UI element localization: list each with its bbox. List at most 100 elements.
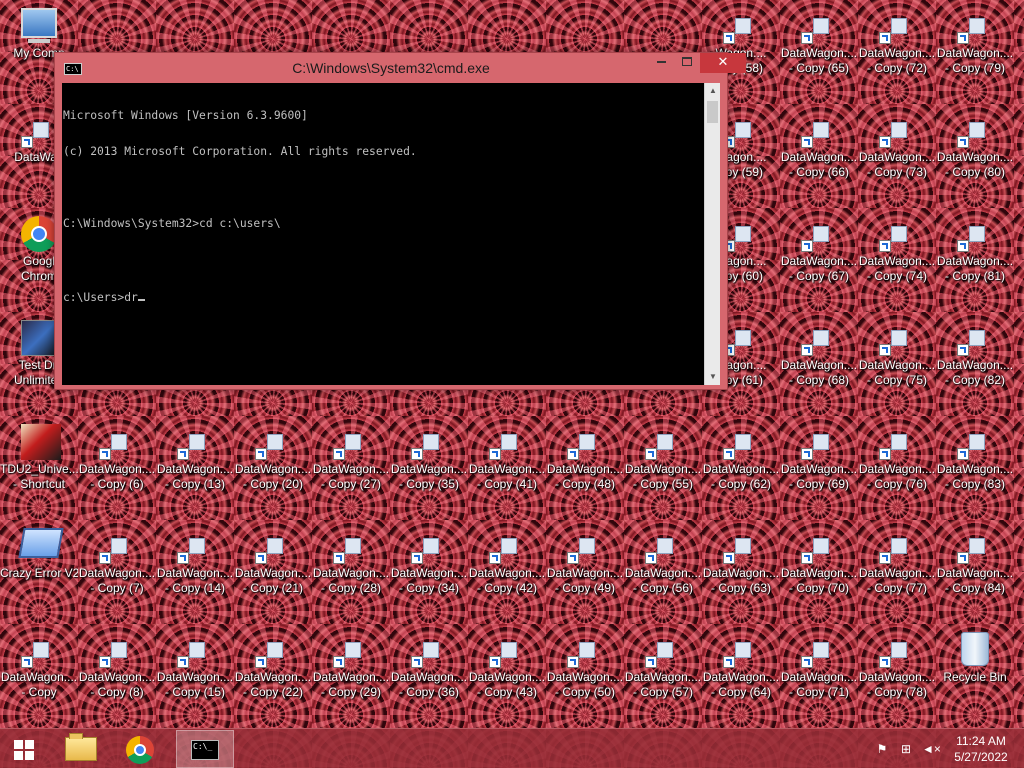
shortcut-icon: [957, 424, 993, 460]
icon-label: - Copy (48): [554, 477, 616, 491]
desktop-icon-tdu2[interactable]: TDU2_Unive... - Shortcut: [0, 416, 78, 520]
desktop-icon-datawagon-copy[interactable]: DataWagon.... - Copy (74): [858, 208, 936, 312]
desktop-icon-datawagon-copy[interactable]: DataWagon.... - Copy (48): [546, 416, 624, 520]
action-center-flag-icon[interactable]: ⚑: [874, 741, 890, 757]
desktop-icon-datawagon-copy[interactable]: DataWagon.... - Copy (55): [624, 416, 702, 520]
cmd-window[interactable]: C:\ C:\Windows\System32\cmd.exe ✕ Micros…: [54, 52, 746, 390]
desktop-icon-datawagon-copy[interactable]: DataWagon.... - Copy (63): [702, 520, 780, 624]
desktop-icon-datawagon-copy[interactable]: DataWagon.... - Copy (71): [780, 624, 858, 728]
shortcut-icon: [801, 632, 837, 668]
desktop-icon-datawagon-copy[interactable]: DataWagon.... - Copy (36): [390, 624, 468, 728]
icon-label: DataWagon....: [702, 566, 780, 580]
desktop-icon-datawagon-copy[interactable]: DataWagon.... - Copy (43): [468, 624, 546, 728]
shortcut-icon: [645, 632, 681, 668]
shortcut-icon: [801, 320, 837, 356]
minimize-button[interactable]: [648, 53, 674, 73]
desktop-icon-datawagon-copy[interactable]: DataWagon.... - Copy (68): [780, 312, 858, 416]
clock-date: 5/27/2022: [954, 750, 1008, 764]
desktop-icon-datawagon-copy[interactable]: DataWagon.... - Copy (15): [156, 624, 234, 728]
cmd-titlebar[interactable]: C:\ C:\Windows\System32\cmd.exe ✕: [55, 53, 746, 83]
desktop-icon-datawagon-copy[interactable]: DataWagon.... - Copy (70): [780, 520, 858, 624]
desktop-icon-datawagon-copy[interactable]: DataWagon.... - Copy (83): [936, 416, 1014, 520]
desktop-icon-datawagon-copy[interactable]: DataWagon.... - Copy (84): [936, 520, 1014, 624]
close-button[interactable]: ✕: [700, 53, 746, 73]
desktop-icon-datawagon-copy[interactable]: DataWagon.... - Copy (14): [156, 520, 234, 624]
desktop-icon-datawagon-copy[interactable]: DataWagon.... - Copy (13): [156, 416, 234, 520]
desktop-icon-datawagon-copy[interactable]: DataWagon.... - Copy (76): [858, 416, 936, 520]
desktop-icon-datawagon-copy[interactable]: DataWagon.... - Copy (75): [858, 312, 936, 416]
car-game-icon: [21, 320, 59, 356]
icon-label: DataWagon....: [78, 462, 156, 476]
desktop-icon-datawagon-copy[interactable]: DataWagon.... - Copy (49): [546, 520, 624, 624]
icon-label: - Copy (21): [242, 581, 304, 595]
desktop-icon-datawagon-copy[interactable]: DataWagon.... - Copy (6): [78, 416, 156, 520]
icon-label: DataWagon....: [780, 254, 858, 268]
desktop-icon-datawagon-copy[interactable]: DataWagon.... - Copy (27): [312, 416, 390, 520]
desktop-icon-datawagon-copy[interactable]: DataWagon.... - Copy (56): [624, 520, 702, 624]
desktop-icon-datawagon-copy[interactable]: DataWagon.... - Copy (28): [312, 520, 390, 624]
desktop-icon-datawagon-copy[interactable]: DataWagon.... - Copy (66): [780, 104, 858, 208]
icon-label: DataWagon....: [468, 462, 546, 476]
taskbar-command-prompt[interactable]: C:\_: [176, 730, 234, 768]
maximize-button[interactable]: [674, 53, 700, 73]
volume-muted-icon[interactable]: ◄×: [922, 741, 941, 757]
start-button[interactable]: [4, 730, 46, 768]
system-clock[interactable]: 11:24 AM 5/27/2022: [946, 733, 1016, 765]
desktop-icon-datawagon-copy[interactable]: DataWagon.... - Copy (78): [858, 624, 936, 728]
desktop-icon-datawagon-copy[interactable]: DataWagon.... - Copy (34): [390, 520, 468, 624]
desktop-icon-datawagon-copy[interactable]: DataWagon.... - Copy (65): [780, 0, 858, 104]
desktop-icon-datawagon-copy[interactable]: DataWagon.... - Copy (22): [234, 624, 312, 728]
taskbar-file-explorer[interactable]: [58, 730, 108, 768]
desktop-icon-datawagon-copy[interactable]: DataWagon.... - Copy (81): [936, 208, 1014, 312]
console-output[interactable]: Microsoft Windows [Version 6.3.9600] (c)…: [62, 83, 704, 385]
desktop-icon-datawagon-copy[interactable]: DataWagon.... - Copy (57): [624, 624, 702, 728]
network-icon[interactable]: ⊞: [898, 741, 914, 757]
desktop-icon-datawagon-copy[interactable]: DataWagon.... - Copy (35): [390, 416, 468, 520]
shortcut-icon: [21, 112, 57, 148]
shortcut-icon: [567, 632, 603, 668]
desktop-icon-datawagon-copy[interactable]: DataWagon.... - Copy (72): [858, 0, 936, 104]
desktop-icon-datawagon-copy[interactable]: DataWagon.... - Copy (69): [780, 416, 858, 520]
desktop-icon-datawagon-copy[interactable]: DataWagon.... - Copy (7): [78, 520, 156, 624]
desktop-icon-datawagon-copy[interactable]: DataWagon.... - Copy (42): [468, 520, 546, 624]
desktop-icon-crazy-error[interactable]: Crazy Error V2: [0, 520, 78, 624]
shortcut-icon: [255, 528, 291, 564]
window-app-icon: [18, 528, 64, 564]
desktop-icon-datawagon[interactable]: DataWagon.... - Copy: [0, 624, 78, 728]
console-prompt-line[interactable]: c:\Users>dr: [63, 290, 704, 304]
icon-label: DataWagon....: [0, 670, 78, 684]
desktop-icon-datawagon-copy[interactable]: DataWagon.... - Copy (67): [780, 208, 858, 312]
vertical-scrollbar[interactable]: ▲ ▼: [704, 83, 720, 385]
icon-label: - Copy: [21, 685, 57, 699]
icon-label: - Copy (29): [320, 685, 382, 699]
icon-label: - Copy (78): [866, 685, 928, 699]
desktop-icon-datawagon-copy[interactable]: DataWagon.... - Copy (80): [936, 104, 1014, 208]
command-prompt-icon: C:\_: [191, 740, 219, 760]
desktop-icon-datawagon-copy[interactable]: DataWagon.... - Copy (41): [468, 416, 546, 520]
scrollbar-thumb[interactable]: [707, 101, 718, 123]
icon-label: - Copy (71): [788, 685, 850, 699]
desktop-icon-datawagon-copy[interactable]: DataWagon.... - Copy (64): [702, 624, 780, 728]
taskbar-chrome[interactable]: [114, 730, 168, 768]
desktop-icon-datawagon-copy[interactable]: DataWagon.... - Copy (82): [936, 312, 1014, 416]
desktop-icon-datawagon-copy[interactable]: DataWagon.... - Copy (21): [234, 520, 312, 624]
maximize-icon: [682, 56, 692, 66]
icon-label: - Copy (83): [944, 477, 1006, 491]
desktop-icon-datawagon-copy[interactable]: DataWagon.... - Copy (20): [234, 416, 312, 520]
desktop-icon-datawagon-copy[interactable]: DataWagon.... - Copy (73): [858, 104, 936, 208]
desktop-icon-datawagon-copy[interactable]: DataWagon.... - Copy (8): [78, 624, 156, 728]
desktop-icon-datawagon-copy[interactable]: DataWagon.... - Copy (77): [858, 520, 936, 624]
icon-label: - Copy (57): [632, 685, 694, 699]
desktop-icon-datawagon-copy[interactable]: DataWagon.... - Copy (50): [546, 624, 624, 728]
shortcut-icon: [489, 632, 525, 668]
shortcut-icon: [723, 424, 759, 460]
desktop-icon-recycle-bin[interactable]: Recycle Bin: [936, 624, 1014, 728]
desktop-icon-datawagon-copy[interactable]: DataWagon.... - Copy (79): [936, 0, 1014, 104]
desktop-icon-datawagon-copy[interactable]: DataWagon.... - Copy (29): [312, 624, 390, 728]
icon-label: DataWagon....: [624, 670, 702, 684]
desktop-icon-datawagon-copy[interactable]: DataWagon.... - Copy (62): [702, 416, 780, 520]
clock-time: 11:24 AM: [956, 734, 1006, 748]
scroll-up-arrow-icon[interactable]: ▲: [705, 83, 721, 99]
scroll-down-arrow-icon[interactable]: ▼: [705, 369, 721, 385]
